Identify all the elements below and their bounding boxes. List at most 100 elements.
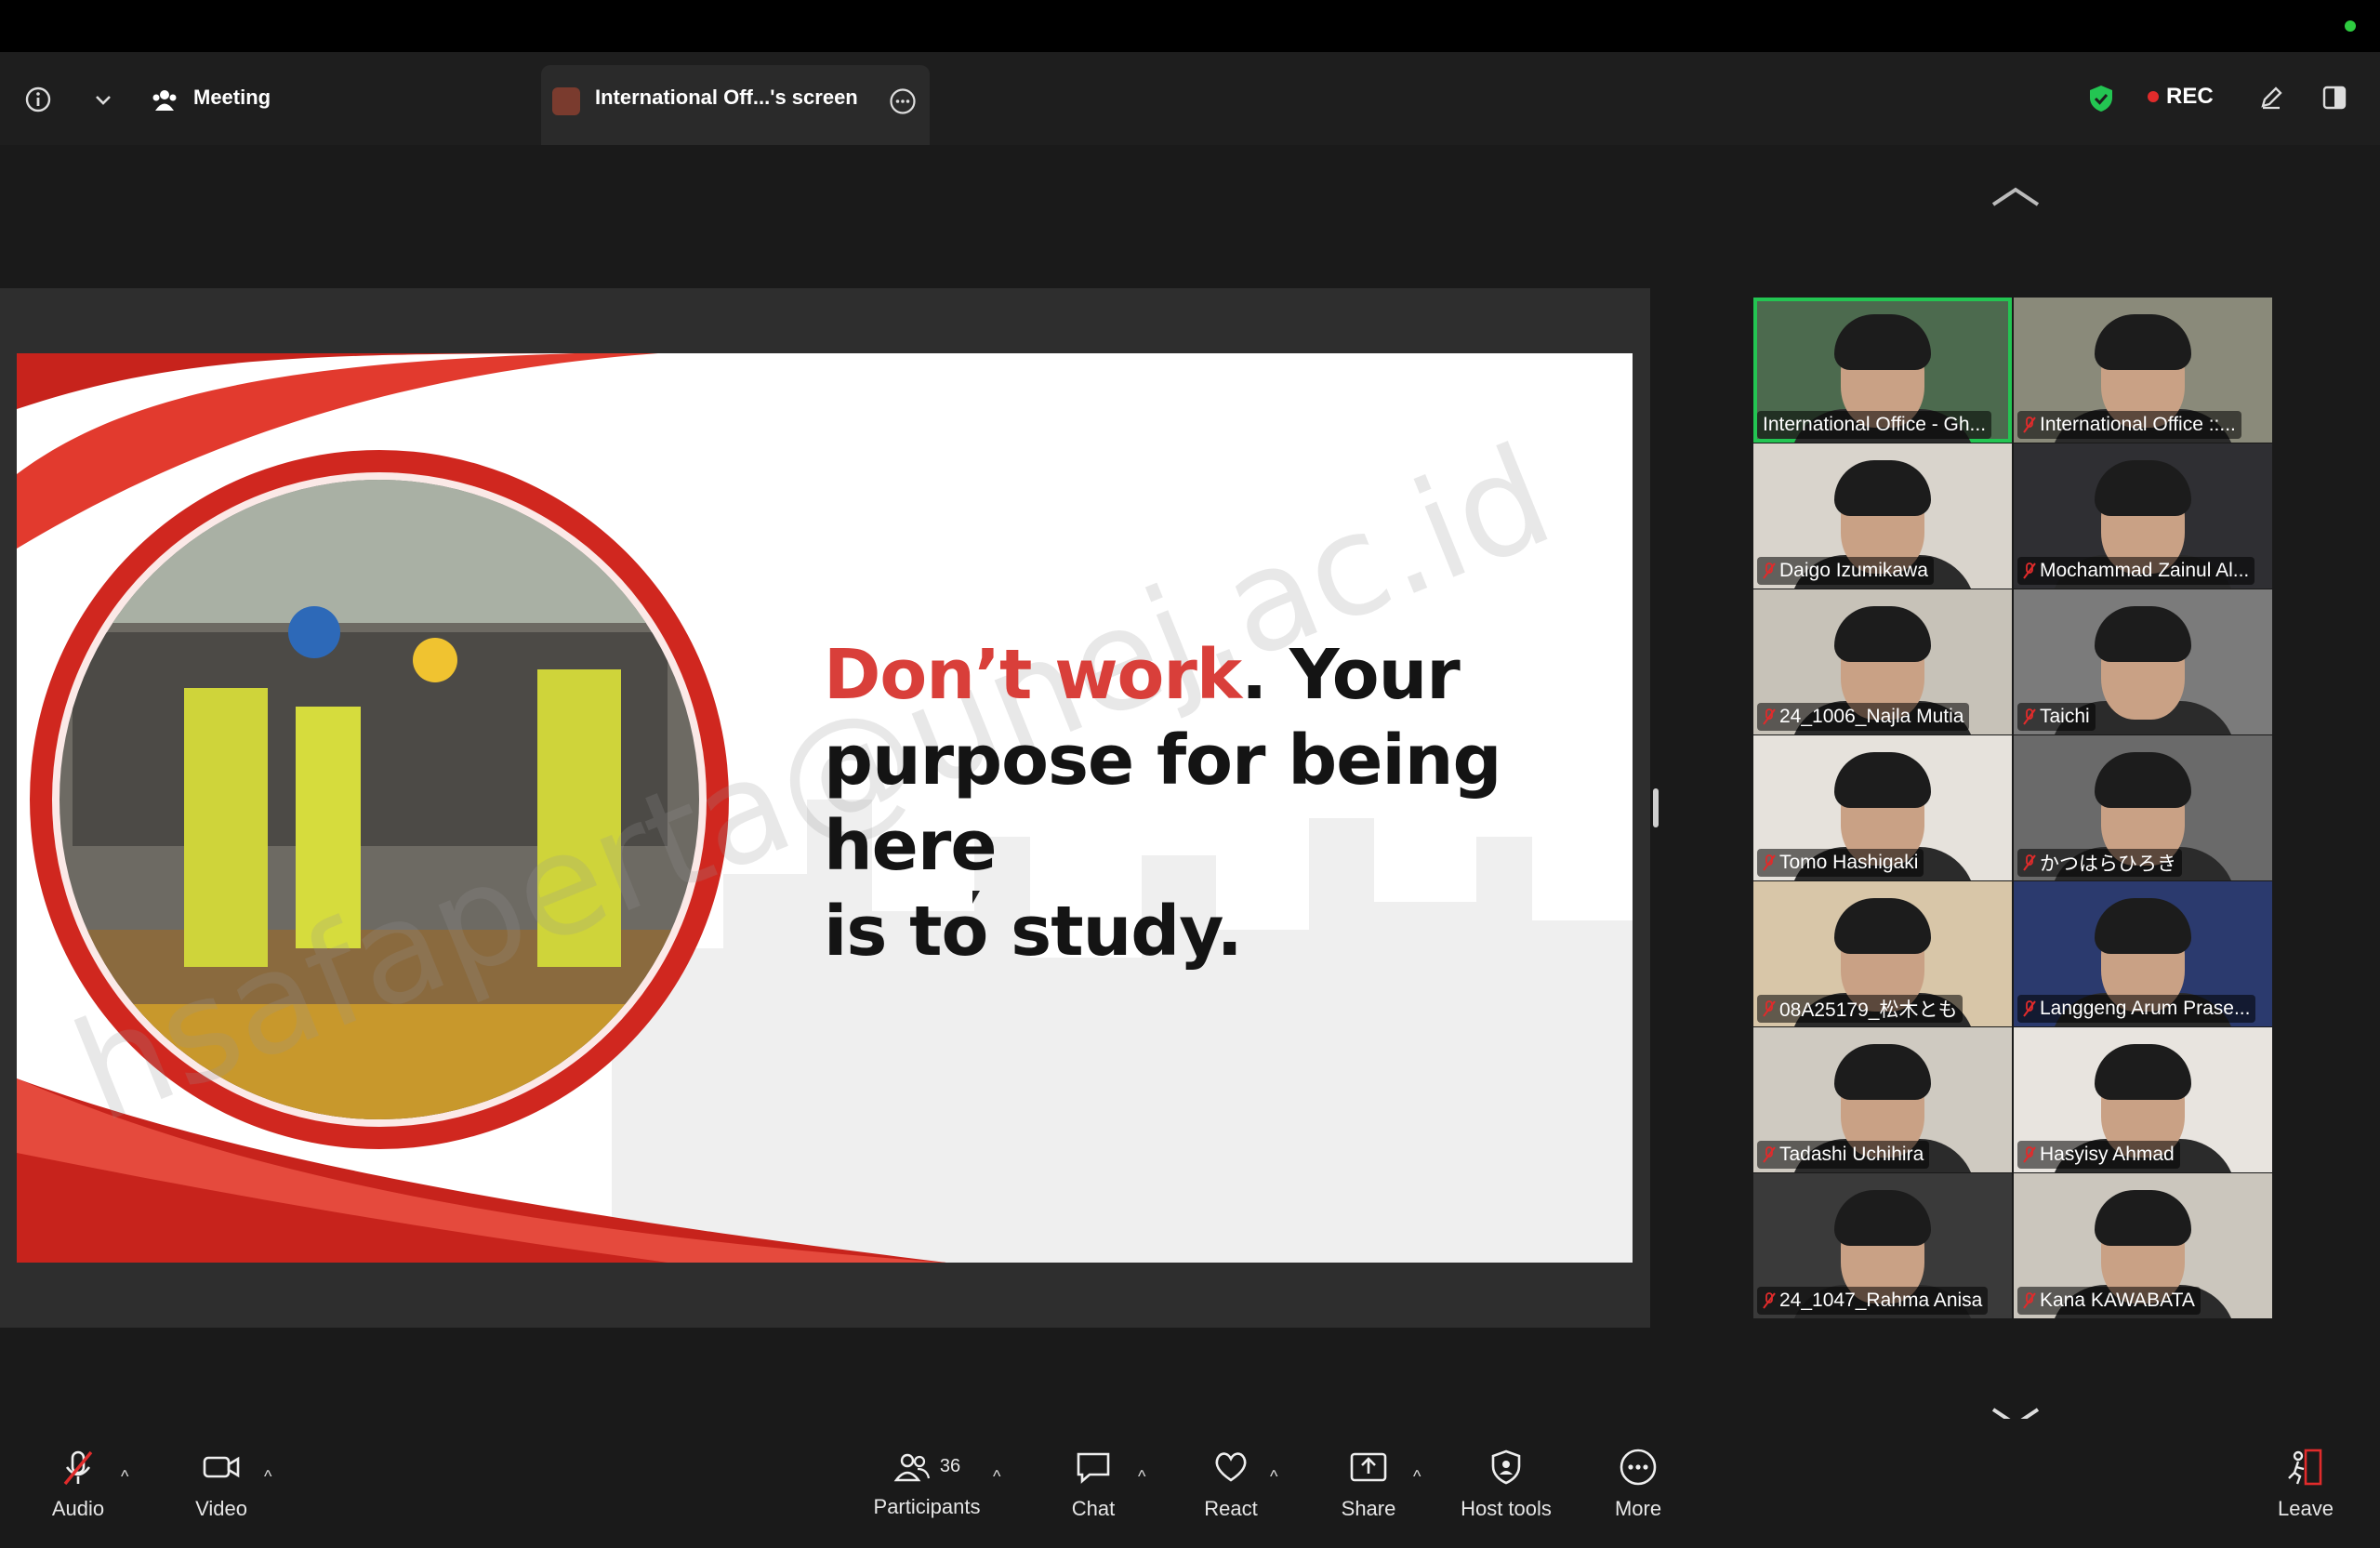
chat-button[interactable]: Chat — [1056, 1419, 1130, 1548]
participant-name: International Office ::... — [2040, 414, 2236, 435]
shared-slide: hsafaperta@unej.ac.id Don’t work. Your p… — [17, 353, 1633, 1263]
video-camera-icon — [203, 1456, 240, 1477]
participant-tile[interactable]: Kana KAWABATA — [2014, 1173, 2272, 1318]
participant-hair — [2095, 1190, 2191, 1246]
react-label: React — [1204, 1496, 1258, 1520]
participant-tile[interactable]: Langgeng Arum Prase... — [2014, 881, 2272, 1026]
meeting-icon — [149, 84, 180, 115]
mouse-cursor-icon — [972, 891, 980, 904]
mic-muted-icon — [1763, 562, 1776, 579]
video-options-caret-icon[interactable]: ^ — [264, 1467, 271, 1487]
slide-text-rest: . Your — [1241, 635, 1461, 715]
chat-options-caret-icon[interactable]: ^ — [1138, 1467, 1145, 1487]
participant-name: Mochammad Zainul Al... — [2040, 560, 2250, 581]
participant-name: Kana KAWABATA — [2040, 1290, 2195, 1311]
react-options-caret-icon[interactable]: ^ — [1270, 1467, 1277, 1487]
rec-dot — [2148, 91, 2159, 102]
audio-options-caret-icon[interactable]: ^ — [121, 1467, 128, 1487]
share-options-caret-icon[interactable]: ^ — [1413, 1467, 1421, 1487]
audio-button[interactable]: Audio — [41, 1419, 115, 1548]
participant-tile[interactable]: 24_1006_Najla Mutia — [1753, 589, 2012, 734]
gallery-up-arrow-icon[interactable] — [1988, 182, 2043, 210]
share-label: Share — [1341, 1496, 1396, 1520]
participant-hair — [1834, 460, 1931, 516]
participant-name: Daigo Izumikawa — [1779, 560, 1928, 581]
participant-tile[interactable]: International Office - Gh... — [1753, 298, 2012, 443]
annotate-pencil-icon[interactable] — [2255, 82, 2287, 113]
participant-tile[interactable]: 24_1047_Rahma Anisa — [1753, 1173, 2012, 1318]
mic-muted-icon — [2023, 1000, 2036, 1017]
more-label: More — [1614, 1496, 1662, 1520]
info-icon[interactable] — [22, 84, 54, 115]
participant-tile[interactable]: International Office ::... — [2014, 298, 2272, 443]
heart-icon — [1215, 1451, 1247, 1482]
slide-headline: Don’t work. Your purpose for being here … — [824, 632, 1605, 974]
host-shield-icon — [1491, 1449, 1521, 1484]
share-screen-icon — [1350, 1452, 1387, 1481]
chat-bubble-icon — [1077, 1452, 1110, 1484]
participant-tile[interactable]: Daigo Izumikawa — [1753, 443, 2012, 589]
participant-name-tag: Tomo Hashigaki — [1757, 849, 1924, 877]
participants-count: 36 — [939, 1456, 961, 1476]
react-button[interactable]: React — [1194, 1419, 1268, 1548]
slide-text-line-2: purpose for being here — [824, 721, 1501, 886]
participant-name: Langgeng Arum Prase... — [2040, 998, 2251, 1019]
more-button[interactable]: More — [1601, 1419, 1675, 1548]
security-shield-icon[interactable] — [2086, 82, 2116, 115]
participant-name: Hasyisy Ahmad — [2040, 1144, 2175, 1165]
leave-button[interactable]: Leave — [2268, 1419, 2343, 1548]
participant-tile[interactable]: かつはらひろき — [2014, 735, 2272, 880]
leave-door-icon — [2288, 1449, 2322, 1485]
share-button[interactable]: Share — [1331, 1419, 1406, 1548]
meeting-toolbar: Audio ^ Video ^ 36 Participants ^ Chat ^… — [0, 1419, 2380, 1548]
mic-muted-icon — [63, 1450, 93, 1485]
participant-name-tag: 24_1047_Rahma Anisa — [1757, 1287, 1989, 1315]
participant-hair — [2095, 752, 2191, 808]
participant-name-tag: Taichi — [2017, 703, 2096, 731]
participants-button[interactable]: 36 Participants — [865, 1419, 989, 1548]
split-drag-handle[interactable] — [1653, 788, 1659, 827]
mic-muted-icon — [1763, 1292, 1776, 1309]
host-tools-label: Host tools — [1461, 1496, 1552, 1520]
participant-tile[interactable]: Hasyisy Ahmad — [2014, 1027, 2272, 1172]
participant-tile[interactable]: Taichi — [2014, 589, 2272, 734]
participant-hair — [2095, 898, 2191, 954]
participant-name: Taichi — [2040, 706, 2090, 727]
participant-name: かつはらひろき — [2040, 853, 2176, 875]
meeting-label[interactable]: Meeting — [193, 86, 271, 110]
share-tab-label: International Off...'s screen — [595, 86, 858, 109]
mic-muted-icon — [2023, 1146, 2036, 1163]
participant-name: 24_1006_Najla Mutia — [1779, 706, 1964, 727]
participant-tile[interactable]: 08A25179_松木とも — [1753, 881, 2012, 1026]
participant-tile[interactable]: Tadashi Uchihira — [1753, 1027, 2012, 1172]
participant-name-tag: Tadashi Uchihira — [1757, 1141, 1930, 1169]
video-button[interactable]: Video — [184, 1419, 258, 1548]
participant-name: 08A25179_松木とも — [1779, 999, 1958, 1021]
participant-name-tag: Hasyisy Ahmad — [2017, 1141, 2180, 1169]
participant-name-tag: 08A25179_松木とも — [1757, 995, 1964, 1023]
participant-name-tag: International Office - Gh... — [1757, 411, 1992, 439]
view-layout-icon[interactable] — [2319, 82, 2350, 113]
participant-hair — [2095, 606, 2191, 662]
participant-tile[interactable]: Tomo Hashigaki — [1753, 735, 2012, 880]
rec-label: REC — [2166, 84, 2214, 109]
more-options-icon[interactable] — [889, 87, 917, 115]
share-screen-tab[interactable]: International Off...'s screen — [541, 65, 930, 145]
mic-muted-icon — [2023, 854, 2036, 871]
mic-muted-icon — [2023, 562, 2036, 579]
recording-indicator[interactable]: REC — [2148, 84, 2214, 110]
participant-hair — [1834, 1190, 1931, 1246]
participant-name: International Office - Gh... — [1763, 414, 1987, 435]
sharer-avatar — [552, 87, 580, 115]
participant-name-tag: Langgeng Arum Prase... — [2017, 995, 2256, 1023]
host-tools-button[interactable]: Host tools — [1452, 1419, 1560, 1548]
chat-label: Chat — [1071, 1496, 1116, 1520]
status-dot — [2345, 20, 2356, 32]
mic-muted-icon — [2023, 417, 2036, 433]
audio-label: Audio — [51, 1496, 105, 1520]
participant-tile[interactable]: Mochammad Zainul Al... — [2014, 443, 2272, 589]
participant-hair — [2095, 460, 2191, 516]
chevron-down-icon[interactable] — [91, 86, 115, 113]
participant-name: Tadashi Uchihira — [1779, 1144, 1924, 1165]
participants-options-caret-icon[interactable]: ^ — [993, 1467, 1000, 1487]
